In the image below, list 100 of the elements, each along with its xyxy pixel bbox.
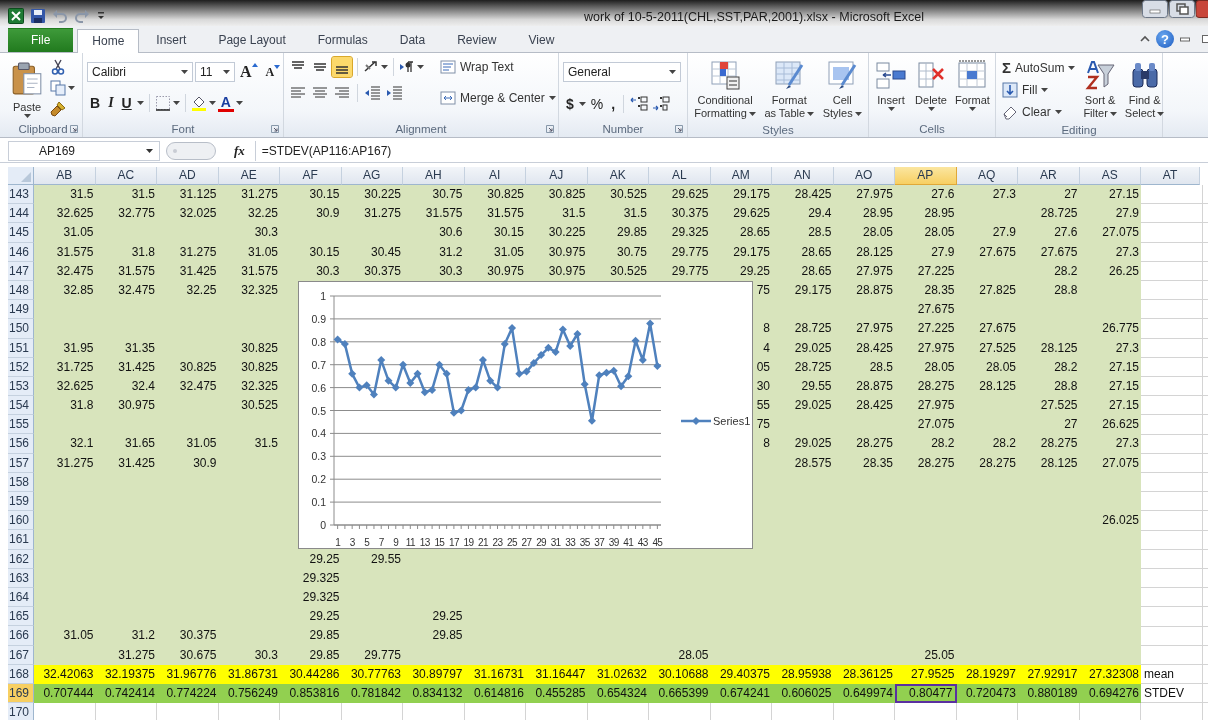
caret-icon[interactable] (208, 101, 216, 105)
find-select-button[interactable]: Find & Select (1122, 57, 1167, 122)
row-header[interactable]: 155 (8, 415, 34, 435)
undo-icon[interactable] (52, 8, 68, 24)
styles-button[interactable]: Cell Styles (820, 57, 864, 122)
row-header[interactable]: 169 (8, 683, 34, 704)
row-header[interactable]: 163 (8, 568, 34, 588)
column-header[interactable]: AN (772, 167, 834, 185)
column-header[interactable]: AT (1141, 167, 1200, 185)
row-header[interactable]: 159 (8, 492, 34, 512)
column-header[interactable]: AM (710, 167, 772, 185)
column-header[interactable]: AI (464, 167, 526, 185)
caret-icon[interactable] (578, 102, 586, 106)
row-header[interactable]: 170 (8, 703, 34, 720)
ribbon-tab[interactable]: Insert (141, 28, 202, 52)
comma-button[interactable]: , (608, 96, 619, 112)
font-color-button[interactable]: A (217, 94, 234, 112)
ribbon-tab[interactable]: Page Layout (203, 28, 301, 52)
bold-button[interactable]: B (87, 95, 104, 111)
expand-handle-icon[interactable] (166, 142, 216, 160)
row-header[interactable]: 160 (8, 511, 34, 531)
caret-icon[interactable] (417, 65, 424, 69)
column-header[interactable]: AK (587, 167, 649, 185)
sort-filter-button[interactable]: Sort & Filter (1081, 57, 1119, 122)
row-header[interactable]: 164 (8, 587, 34, 608)
row-header[interactable]: 148 (8, 280, 34, 301)
borders-icon[interactable] (154, 95, 171, 111)
ribbon-tab[interactable]: Home (77, 29, 140, 53)
fill-color-icon[interactable] (190, 95, 207, 111)
shrink-font-button[interactable]: A (262, 64, 284, 80)
dialog-launcher-icon[interactable] (271, 125, 279, 133)
italic-button[interactable]: I (105, 95, 117, 111)
column-header[interactable]: AQ (956, 167, 1018, 185)
column-header[interactable]: AJ (526, 167, 588, 185)
text-orientation-icon[interactable] (363, 59, 379, 75)
styles-button[interactable]: Conditional Formatting (692, 57, 758, 122)
restore-icon[interactable] (1202, 34, 1208, 44)
customize-icon[interactable] (96, 11, 106, 21)
autosum-button[interactable]: Σ AutoSum (1000, 57, 1078, 78)
caret-icon[interactable] (68, 86, 75, 90)
column-header[interactable]: AF (280, 167, 342, 185)
row-header[interactable]: 166 (8, 626, 34, 646)
column-header[interactable]: AL (649, 167, 711, 185)
scissors-icon[interactable] (50, 59, 66, 75)
insert-function-button[interactable]: fx (234, 143, 245, 159)
row-header[interactable]: 149 (8, 300, 34, 320)
column-header[interactable]: AP (895, 167, 957, 185)
vertical-align-icon[interactable] (332, 57, 352, 77)
ribbon-tab[interactable]: Data (384, 28, 441, 52)
caret-icon[interactable] (381, 65, 388, 69)
row-header[interactable]: 158 (8, 472, 34, 492)
row-header[interactable]: 143 (8, 185, 34, 205)
percent-button[interactable]: % (587, 96, 607, 112)
caret-icon[interactable] (235, 101, 243, 105)
paragraph-direction-icon[interactable] (399, 59, 415, 75)
dialog-launcher-icon[interactable] (675, 125, 683, 133)
save-icon[interactable] (30, 8, 46, 24)
column-header[interactable]: AO (833, 167, 895, 185)
font-size-field[interactable]: 11 (195, 62, 235, 82)
row-header[interactable]: 150 (8, 319, 34, 339)
grow-font-button[interactable]: A (237, 63, 261, 81)
caret-icon[interactable] (136, 101, 144, 105)
formula-field[interactable]: =STDEV(AP116:AP167) (254, 141, 1208, 161)
column-header[interactable]: AB (34, 167, 96, 185)
wrap-text-button[interactable]: Wrap Text (438, 57, 558, 77)
row-header[interactable]: 145 (8, 223, 34, 243)
column-header[interactable]: AE (218, 167, 280, 185)
row-header[interactable]: 147 (8, 261, 34, 281)
row-header[interactable]: 152 (8, 357, 34, 377)
cells-button[interactable]: Format (953, 57, 992, 113)
ribbon-tab[interactable]: Review (442, 28, 512, 52)
ribbon-tab[interactable]: File (8, 28, 74, 52)
redo-icon[interactable] (74, 8, 90, 24)
decrease-indent-icon[interactable] (363, 83, 383, 103)
column-header[interactable]: AS (1079, 167, 1141, 185)
cells-button[interactable]: Delete (913, 57, 949, 113)
font-name-field[interactable]: Calibri (87, 62, 193, 82)
maximize-icon[interactable] (1169, 0, 1195, 18)
ribbon-tab[interactable]: Formulas (302, 28, 383, 52)
dialog-launcher-icon[interactable] (546, 125, 554, 133)
row-header[interactable]: 151 (8, 338, 34, 358)
dialog-launcher-icon[interactable] (70, 125, 78, 133)
ribbon-tab[interactable]: View (513, 28, 570, 52)
row-header[interactable]: 144 (8, 204, 34, 224)
row-header[interactable]: 168 (8, 664, 34, 684)
spreadsheet-app-icon[interactable] (8, 8, 24, 24)
column-header[interactable]: AR (1018, 167, 1080, 185)
decrease-decimal-icon[interactable] (651, 94, 672, 114)
collapse-ribbon-icon[interactable] (1140, 34, 1150, 44)
fill-button[interactable]: Fill (1000, 80, 1078, 100)
column-header[interactable]: AH (403, 167, 465, 185)
row-header[interactable]: 162 (8, 549, 34, 569)
column-header[interactable]: AG (341, 167, 403, 185)
row-header[interactable]: 161 (8, 530, 34, 550)
currency-button[interactable]: $ (563, 96, 577, 112)
number-format-field[interactable]: General (563, 62, 681, 82)
minimize-icon[interactable] (1142, 0, 1168, 18)
row-header[interactable]: 154 (8, 396, 34, 416)
increase-indent-icon[interactable] (385, 83, 405, 103)
underline-button[interactable]: U (118, 95, 135, 111)
